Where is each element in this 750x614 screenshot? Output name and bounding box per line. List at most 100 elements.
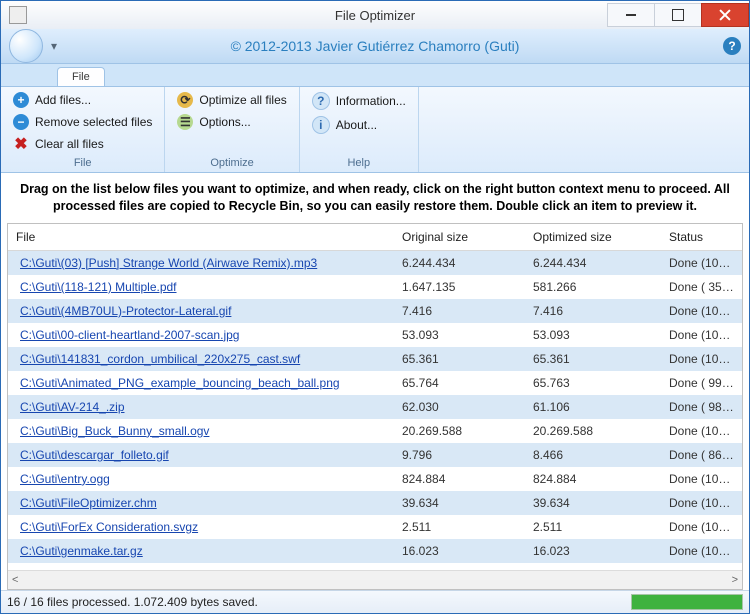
cell-optimized-size: 53.093	[525, 328, 661, 342]
add-files-label: Add files...	[35, 93, 91, 107]
remove-selected-button[interactable]: −Remove selected files	[9, 113, 156, 131]
cell-optimized-size: 2.511	[525, 520, 661, 534]
file-link[interactable]: C:\Guti\Big_Buck_Bunny_small.ogv	[16, 424, 209, 438]
table-row[interactable]: C:\Guti\141831_cordon_umbilical_220x275_…	[8, 347, 742, 371]
cell-original-size: 62.030	[394, 400, 525, 414]
cell-optimized-size: 8.466	[525, 448, 661, 462]
cell-status: Done (100%).	[661, 304, 742, 318]
about-button[interactable]: iAbout...	[308, 115, 410, 135]
cell-optimized-size: 61.106	[525, 400, 661, 414]
file-link[interactable]: C:\Guti\ForEx Consideration.svgz	[16, 520, 198, 534]
table-row[interactable]: C:\Guti\entry.ogg824.884824.884Done (100…	[8, 467, 742, 491]
close-button[interactable]	[701, 3, 749, 27]
col-status[interactable]: Status	[661, 224, 742, 250]
table-row[interactable]: C:\Guti\ForEx Consideration.svgz 2.5112.5…	[8, 515, 742, 539]
cell-original-size: 53.093	[394, 328, 525, 342]
cell-original-size: 9.796	[394, 448, 525, 462]
cell-status: Done (100%).	[661, 544, 742, 558]
file-link[interactable]: C:\Guti\FileOptimizer.chm	[16, 496, 157, 510]
horizontal-scrollbar[interactable]: <>	[8, 570, 742, 589]
cell-status: Done (100%).	[661, 256, 742, 270]
copyright-text: © 2012-2013 Javier Gutiérrez Chamorro (G…	[1, 38, 749, 54]
clear-all-button[interactable]: ✖Clear all files	[9, 135, 156, 153]
file-rows[interactable]: C:\Guti\(03) [Push] Strange World (Airwa…	[8, 251, 742, 570]
file-link[interactable]: C:\Guti\AV-214_.zip	[16, 400, 125, 414]
scroll-left-icon[interactable]: <	[12, 574, 18, 586]
cell-original-size: 7.416	[394, 304, 525, 318]
cell-status: Done (100%).	[661, 424, 742, 438]
table-row[interactable]: C:\Guti\logo1.tif17.16017.160Done (100%)…	[8, 563, 742, 570]
cell-original-size: 65.361	[394, 352, 525, 366]
cell-status: Done ( 35%).	[661, 280, 742, 294]
app-window: File Optimizer ▾ © 2012-2013 Javier Guti…	[0, 0, 750, 614]
tab-file[interactable]: File	[57, 67, 105, 86]
cell-optimized-size: 39.634	[525, 496, 661, 510]
file-link[interactable]: C:\Guti\Animated_PNG_example_bouncing_be…	[16, 376, 340, 390]
group-label-optimize: Optimize	[173, 153, 290, 172]
cell-original-size: 16.023	[394, 544, 525, 558]
cell-status: Done (100%).	[661, 496, 742, 510]
file-link[interactable]: C:\Guti\141831_cordon_umbilical_220x275_…	[16, 352, 300, 366]
table-row[interactable]: C:\Guti\(4MB70UL)-Protector-Lateral.gif 7…	[8, 299, 742, 323]
optimize-all-button[interactable]: ⟳ Optimize all files	[173, 91, 290, 109]
scroll-right-icon[interactable]: >	[732, 574, 738, 586]
status-bar: 16 / 16 files processed. 1.072.409 bytes…	[1, 590, 749, 613]
table-row[interactable]: C:\Guti\Animated_PNG_example_bouncing_be…	[8, 371, 742, 395]
options-icon: ☰	[177, 114, 193, 130]
table-row[interactable]: C:\Guti\FileOptimizer.chm39.63439.634Don…	[8, 491, 742, 515]
add-files-button[interactable]: + Add files...	[9, 91, 156, 109]
cell-optimized-size: 824.884	[525, 472, 661, 486]
plus-icon: +	[13, 92, 29, 108]
table-row[interactable]: C:\Guti\(118-121) Multiple.pdf 1.647.1355…	[8, 275, 742, 299]
ribbon: + Add files... −Remove selected files ✖Cl…	[1, 87, 749, 173]
about-icon: i	[312, 116, 330, 134]
file-link[interactable]: C:\Guti\(4MB70UL)-Protector-Lateral.gif	[16, 304, 231, 318]
cell-original-size: 39.634	[394, 496, 525, 510]
col-file[interactable]: File	[8, 224, 394, 250]
remove-selected-label: Remove selected files	[35, 115, 152, 129]
table-row[interactable]: C:\Guti\genmake.tar.gz16.02316.023Done (…	[8, 539, 742, 563]
cell-optimized-size: 6.244.434	[525, 256, 661, 270]
ribbon-group-optimize: ⟳ Optimize all files ☰ Options... Optimize	[165, 87, 299, 172]
group-label-help: Help	[308, 153, 410, 172]
file-link[interactable]: C:\Guti\genmake.tar.gz	[16, 544, 143, 558]
minus-icon: −	[13, 114, 29, 130]
col-original-size[interactable]: Original size	[394, 224, 525, 250]
optimize-icon: ⟳	[177, 92, 193, 108]
cell-status: Done (100%).	[661, 520, 742, 534]
table-row[interactable]: C:\Guti\AV-214_.zip62.03061.106Done ( 98…	[8, 395, 742, 419]
table-row[interactable]: C:\Guti\00-client-heartland-2007-scan.jp…	[8, 323, 742, 347]
optimize-all-label: Optimize all files	[199, 93, 286, 107]
table-row[interactable]: C:\Guti\(03) [Push] Strange World (Airwa…	[8, 251, 742, 275]
cell-status: Done (100%).	[661, 352, 742, 366]
cell-optimized-size: 16.023	[525, 544, 661, 558]
cell-optimized-size: 20.269.588	[525, 424, 661, 438]
table-row[interactable]: C:\Guti\descargar_folleto.gif 9.7968.466D…	[8, 443, 742, 467]
cell-optimized-size: 65.763	[525, 376, 661, 390]
titlebar[interactable]: File Optimizer	[1, 1, 749, 29]
table-row[interactable]: C:\Guti\Big_Buck_Bunny_small.ogv 20.269.5…	[8, 419, 742, 443]
options-button[interactable]: ☰ Options...	[173, 113, 290, 131]
ribbon-group-help: ?Information... iAbout... Help	[300, 87, 419, 172]
status-text: 16 / 16 files processed. 1.072.409 bytes…	[7, 595, 258, 609]
column-headers: File Original size Optimized size Status	[8, 224, 742, 251]
options-label: Options...	[199, 115, 250, 129]
cell-original-size: 2.511	[394, 520, 525, 534]
instructions-text: Drag on the list below files you want to…	[1, 173, 749, 223]
col-optimized-size[interactable]: Optimized size	[525, 224, 661, 250]
file-link[interactable]: C:\Guti\00-client-heartland-2007-scan.jp…	[16, 328, 239, 342]
information-label: Information...	[336, 94, 406, 108]
cell-status: Done (100%).	[661, 328, 742, 342]
cell-optimized-size: 581.266	[525, 280, 661, 294]
cell-original-size: 20.269.588	[394, 424, 525, 438]
cell-original-size: 1.647.135	[394, 280, 525, 294]
cell-optimized-size: 7.416	[525, 304, 661, 318]
file-link[interactable]: C:\Guti\(118-121) Multiple.pdf	[16, 280, 177, 294]
clear-all-label: Clear all files	[35, 137, 104, 151]
information-button[interactable]: ?Information...	[308, 91, 410, 111]
cell-status: Done (100%).	[661, 472, 742, 486]
file-link[interactable]: C:\Guti\descargar_folleto.gif	[16, 448, 169, 462]
file-link[interactable]: C:\Guti\(03) [Push] Strange World (Airwa…	[16, 256, 317, 270]
cell-status: Done ( 86%).	[661, 448, 742, 462]
file-link[interactable]: C:\Guti\entry.ogg	[16, 472, 110, 486]
